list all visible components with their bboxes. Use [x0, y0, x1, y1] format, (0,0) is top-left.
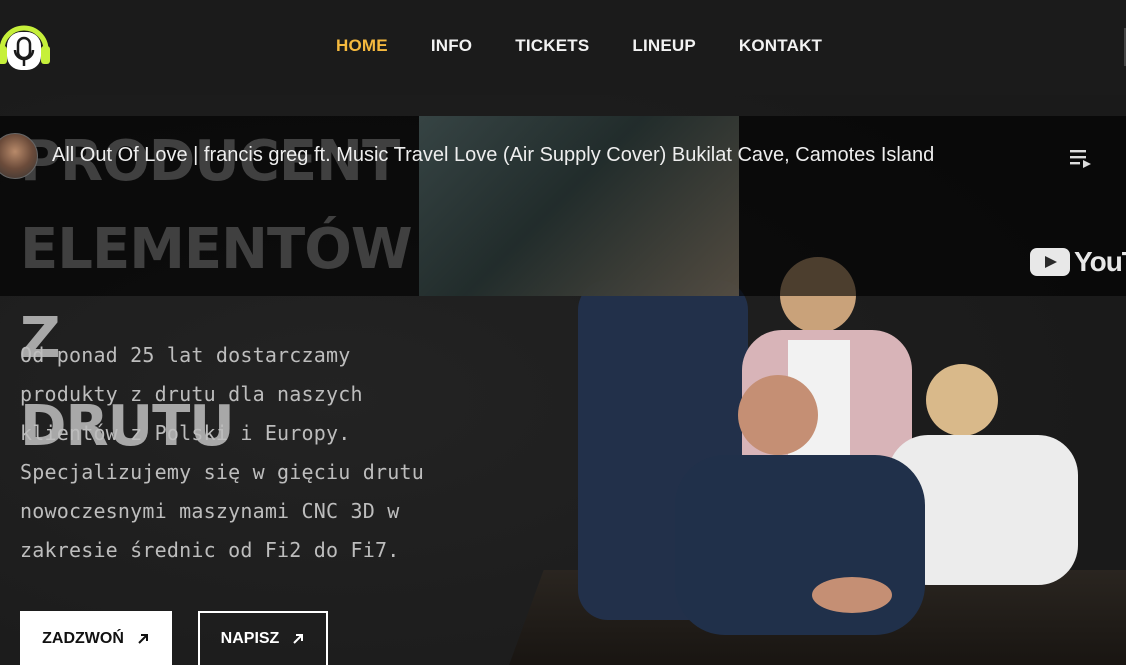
main-nav: HOME INFO TICKETS LINEUP KONTAKT	[336, 36, 865, 56]
call-button[interactable]: ZADZWOŃ	[20, 611, 172, 665]
page: HOME INFO TICKETS LINEUP KONTAKT PRODUCE…	[0, 0, 1126, 665]
nav-info[interactable]: INFO	[431, 36, 472, 56]
write-button-label: NAPISZ	[220, 630, 280, 647]
arrow-up-right-icon	[138, 634, 148, 644]
playlist-icon[interactable]	[1070, 148, 1092, 168]
arrow-up-right-icon	[293, 634, 304, 644]
write-button[interactable]: NAPISZ	[198, 611, 328, 665]
nav-home[interactable]: HOME	[336, 36, 388, 56]
youtube-play-icon	[1030, 248, 1070, 276]
microphone-headphones-icon[interactable]	[0, 12, 54, 72]
hero-description: Od ponad 25 lat dostarczamy produkty z d…	[20, 343, 424, 562]
youtube-brand-text: YouTu	[1074, 246, 1126, 277]
video-title[interactable]: All Out Of Love | francis greg ft. Music…	[52, 144, 934, 167]
video-thumbnail[interactable]	[419, 116, 739, 296]
team-photo	[500, 240, 1126, 665]
team-people-illustration	[578, 257, 1078, 635]
site-header: HOME INFO TICKETS LINEUP KONTAKT	[0, 0, 1126, 95]
nav-tickets[interactable]: TICKETS	[515, 36, 589, 56]
youtube-logo[interactable]: YouTu	[1030, 246, 1126, 278]
nav-lineup[interactable]: LINEUP	[632, 36, 696, 56]
nav-kontakt[interactable]: KONTAKT	[739, 36, 822, 56]
call-button-label: ZADZWOŃ	[42, 630, 124, 647]
